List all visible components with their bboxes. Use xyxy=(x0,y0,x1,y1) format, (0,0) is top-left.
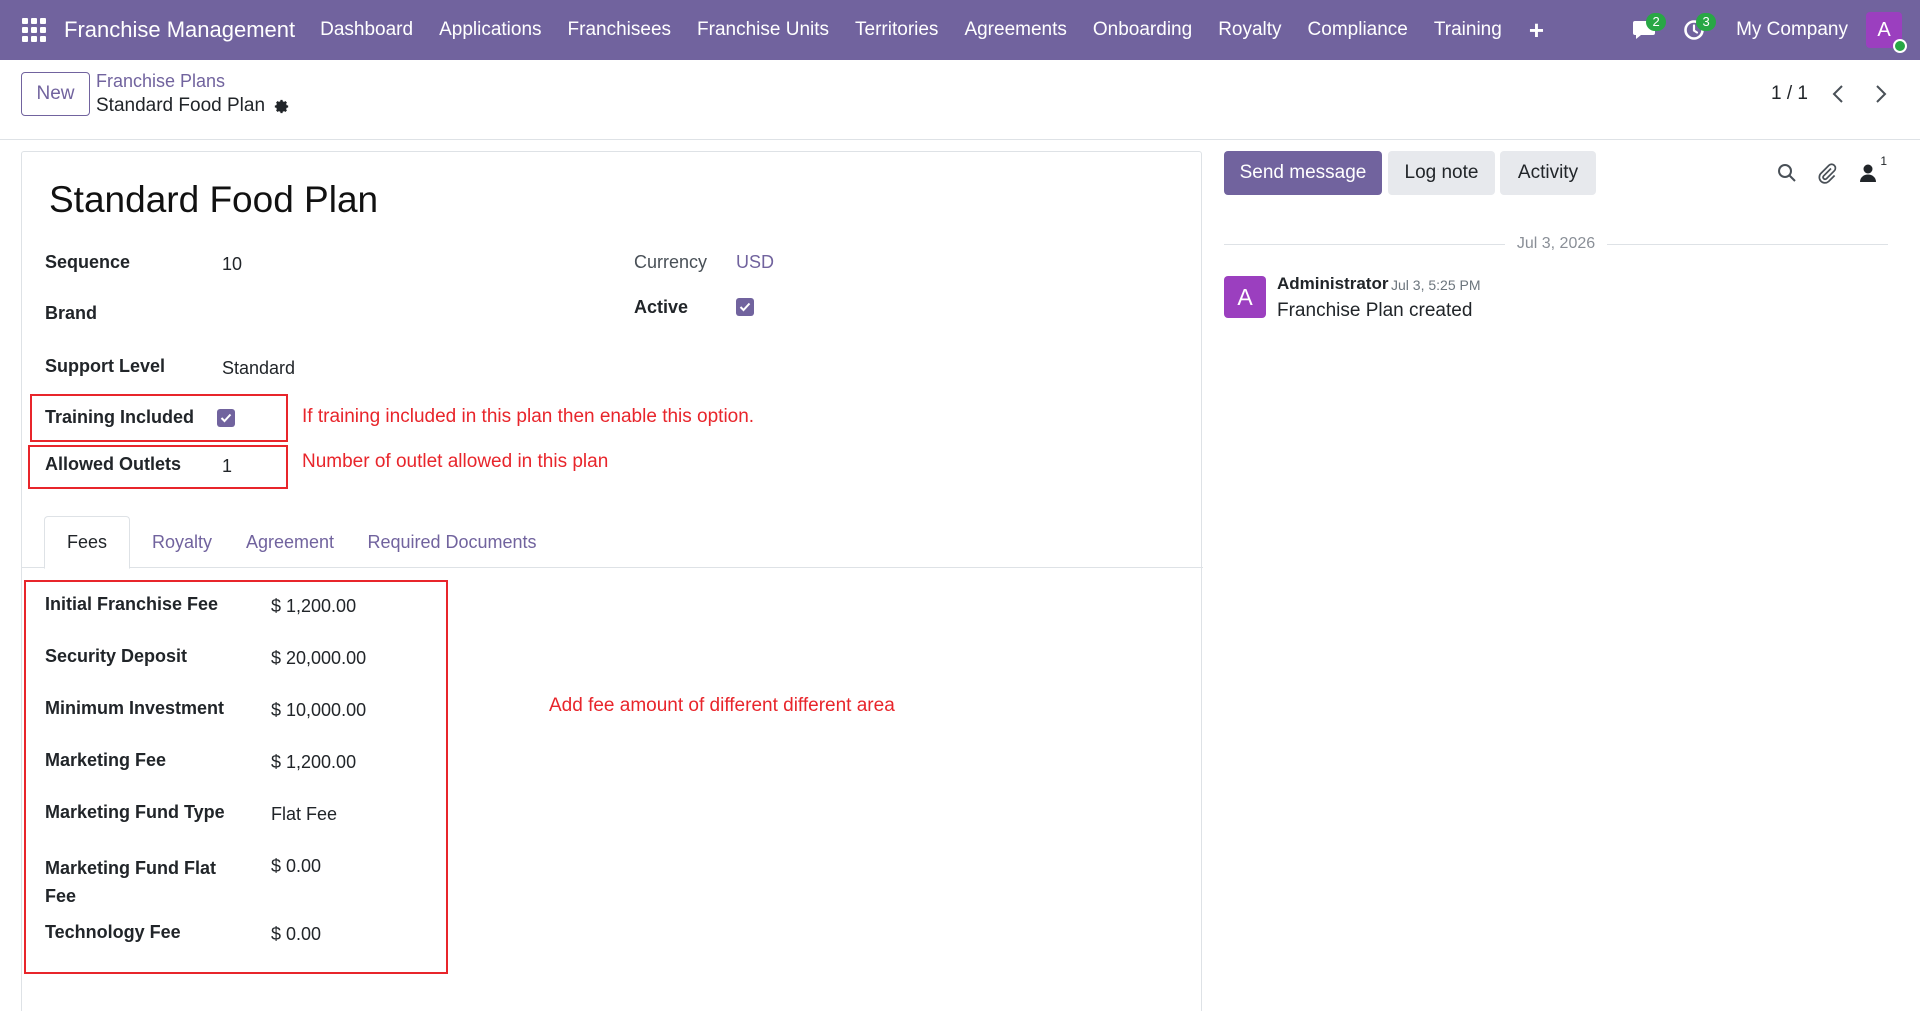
notebook-tabs: Fees Royalty Agreement Required Document… xyxy=(22,516,1203,569)
plus-icon[interactable]: + xyxy=(1515,17,1558,43)
training-highlight-box xyxy=(30,394,288,442)
form-sheet: Standard Food Plan Sequence 10 Brand Sup… xyxy=(21,151,1203,1011)
fees-highlight-box xyxy=(24,580,448,974)
log-note-button[interactable]: Log note xyxy=(1388,151,1495,195)
tab-agreement[interactable]: Agreement xyxy=(234,516,346,568)
brand-label: Brand xyxy=(45,303,98,323)
record-title[interactable]: Standard Food Plan xyxy=(49,179,378,221)
separator-date: Jul 3, 2026 xyxy=(1516,235,1596,252)
chevron-right-icon xyxy=(1876,85,1887,103)
brand-field[interactable] xyxy=(222,303,602,327)
menu-onboarding[interactable]: Onboarding xyxy=(1080,19,1205,41)
currency-label: Currency xyxy=(634,252,708,272)
search-icon[interactable] xyxy=(1774,160,1800,186)
tab-required-documents[interactable]: Required Documents xyxy=(352,516,552,568)
followers-count: 1 xyxy=(1880,154,1887,168)
tab-royalty[interactable]: Royalty xyxy=(134,516,230,568)
chevron-left-icon xyxy=(1832,85,1843,103)
company-switcher[interactable]: My Company xyxy=(1736,19,1848,41)
breadcrumb-franchise-plans[interactable]: Franchise Plans xyxy=(96,71,225,92)
messages-badge: 2 xyxy=(1646,13,1667,31)
menu-compliance[interactable]: Compliance xyxy=(1295,19,1421,41)
apps-grid-icon[interactable] xyxy=(22,17,48,43)
followers-button[interactable]: 1 xyxy=(1855,154,1887,186)
menu-dashboard[interactable]: Dashboard xyxy=(307,19,426,41)
systray: 2 3 My Company A xyxy=(1622,0,1920,60)
main-menu: Dashboard Applications Franchisees Franc… xyxy=(307,17,1558,43)
separator-line xyxy=(1224,243,1505,245)
sequence-field[interactable]: 10 xyxy=(222,254,242,275)
message-author[interactable]: Administrator xyxy=(1277,274,1388,294)
control-panel: New Franchise Plans Standard Food Plan 1… xyxy=(0,60,1920,140)
outlets-annotation: Number of outlet allowed in this plan xyxy=(302,451,609,472)
pager-previous-button[interactable] xyxy=(1824,80,1852,108)
training-annotation: If training included in this plan then e… xyxy=(302,406,755,427)
currency-field[interactable]: USD xyxy=(736,252,774,273)
check-icon xyxy=(739,302,751,312)
user-icon xyxy=(1860,164,1876,182)
pager-value[interactable]: 1 / 1 xyxy=(1771,83,1808,105)
messages-button[interactable]: 2 xyxy=(1622,0,1667,60)
author-initial: A xyxy=(1237,283,1253,310)
activities-button[interactable]: 3 xyxy=(1672,0,1717,60)
menu-applications[interactable]: Applications xyxy=(426,19,554,41)
active-checkbox[interactable] xyxy=(736,298,754,316)
message-author-avatar[interactable]: A xyxy=(1224,276,1266,318)
menu-royalty[interactable]: Royalty xyxy=(1205,19,1294,41)
menu-training[interactable]: Training xyxy=(1421,19,1515,41)
menu-agreements[interactable]: Agreements xyxy=(951,19,1079,41)
menu-franchise-units[interactable]: Franchise Units xyxy=(684,19,842,41)
paperclip-icon[interactable] xyxy=(1814,160,1840,186)
app-brand[interactable]: Franchise Management xyxy=(64,17,295,43)
gear-icon[interactable] xyxy=(273,98,290,115)
message-date: Jul 3, 5:25 PM xyxy=(1391,277,1481,293)
tab-fees[interactable]: Fees xyxy=(44,516,130,569)
active-label: Active xyxy=(634,297,689,317)
user-avatar[interactable]: A xyxy=(1866,12,1907,53)
new-button[interactable]: New xyxy=(21,72,90,116)
pager-next-button[interactable] xyxy=(1867,80,1895,108)
outlets-highlight-box xyxy=(28,445,288,489)
send-message-button[interactable]: Send message xyxy=(1224,151,1382,195)
menu-franchisees[interactable]: Franchisees xyxy=(555,19,685,41)
breadcrumb-current: Standard Food Plan xyxy=(96,95,290,117)
user-initial: A xyxy=(1877,18,1891,41)
support-level-field[interactable]: Standard xyxy=(222,358,295,379)
sequence-label: Sequence xyxy=(45,252,131,272)
fees-annotation: Add fee amount of different different ar… xyxy=(549,695,895,716)
message-body: Franchise Plan created xyxy=(1277,300,1473,321)
top-navbar: Franchise Management Dashboard Applicati… xyxy=(0,0,1920,60)
breadcrumb-current-label: Standard Food Plan xyxy=(96,95,266,116)
support-level-label: Support Level xyxy=(45,356,166,376)
online-status-dot xyxy=(1893,39,1907,53)
menu-territories[interactable]: Territories xyxy=(842,19,951,41)
activity-button[interactable]: Activity xyxy=(1500,151,1596,195)
activities-badge: 3 xyxy=(1696,13,1717,31)
date-separator: Jul 3, 2026 xyxy=(1224,234,1888,254)
separator-line xyxy=(1607,243,1888,245)
